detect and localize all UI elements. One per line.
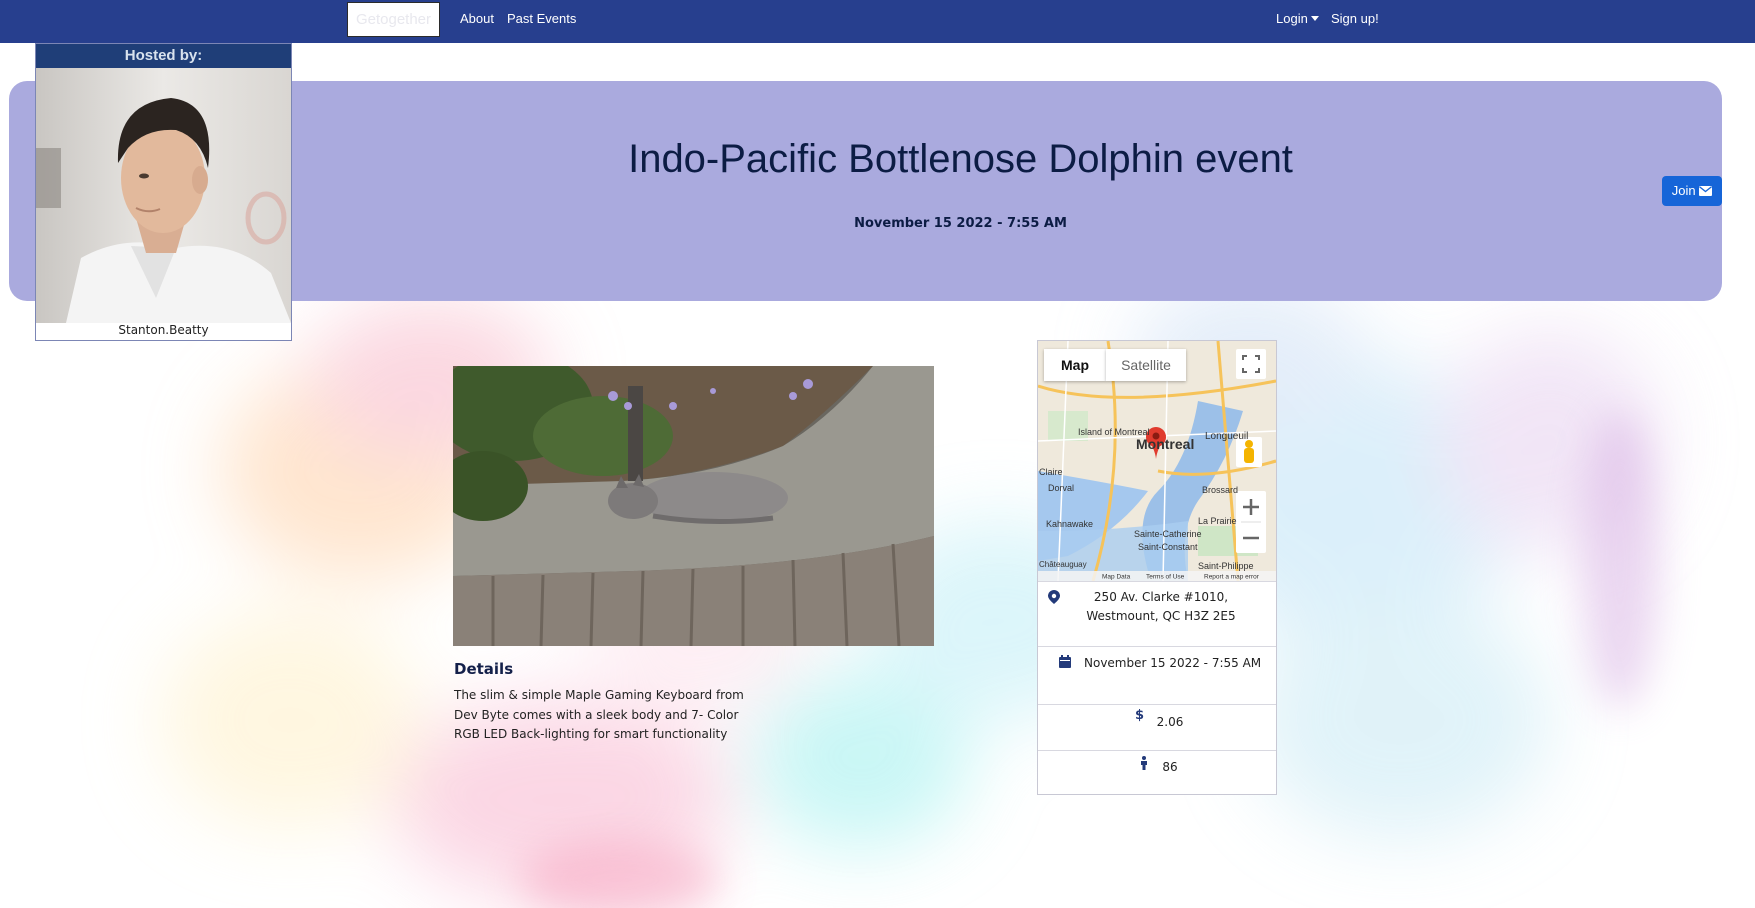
address-line1: 250 Av. Clarke #1010, [1093,590,1229,604]
calendar-icon [1059,655,1071,668]
address-line2: Westmount, QC H3Z 2E5 [1086,609,1236,623]
host-avatar [36,68,291,323]
satellite-tab[interactable]: Satellite [1106,349,1186,381]
address-row: 250 Av. Clarke #1010, Westmount, QC H3Z … [1038,581,1276,646]
map-marker-icon [1048,590,1060,604]
nav-about[interactable]: About [460,11,494,26]
details-heading: Details [454,660,514,678]
map-label-montreal: Montreal [1136,436,1194,452]
info-date: November 15 2022 - 7:55 AM [1084,656,1262,670]
caret-down-icon [1310,16,1319,21]
top-navbar: Getogether About Past Events Login Sign … [0,0,1755,43]
host-header: Hosted by: [36,44,291,68]
login-label: Login [1276,11,1308,26]
envelope-icon [1699,186,1713,196]
nav-signup[interactable]: Sign up! [1331,11,1379,26]
map-label-saint-philippe: Saint-Philippe [1198,561,1254,571]
map-label-claire: Claire [1039,467,1063,477]
info-capacity: 86 [1162,760,1178,774]
event-info-card: Montreal Island of Montreal Longueuil Br… [1037,340,1277,795]
map-report-link[interactable]: Report a map error [1204,574,1260,581]
map-label-la-prairie: La Prairie [1198,516,1237,526]
details-description: The slim & simple Maple Gaming Keyboard … [454,688,744,741]
price-row: $ 2.06 [1038,704,1276,750]
capacity-row: 86 [1038,750,1276,796]
date-row: November 15 2022 - 7:55 AM [1038,646,1276,704]
map-label-saint-constant: Saint-Constant [1138,542,1198,552]
map-label-brossard: Brossard [1202,485,1238,495]
map-tab[interactable]: Map [1044,349,1106,381]
event-image [453,366,934,646]
info-price: 2.06 [1156,715,1184,729]
dollar-icon: $ [1135,708,1145,723]
map-label-sainte-catherine: Sainte-Catherine [1134,529,1202,539]
map-data-link[interactable]: Map Data [1102,574,1131,581]
map-label-longueuil: Longueuil [1205,431,1248,442]
map-label-dorval: Dorval [1048,483,1074,493]
join-label: Join [1671,183,1696,198]
join-button[interactable]: Join [1662,176,1722,206]
host-name[interactable]: Stanton.Beatty [36,323,291,337]
nav-past-events[interactable]: Past Events [507,11,576,26]
person-icon [1141,756,1147,770]
host-card[interactable]: Hosted by: Stanton.Beatty [35,43,292,341]
map-terms-link[interactable]: Terms of Use [1146,574,1185,581]
login-dropdown[interactable]: Login [1276,11,1319,26]
brand-logo[interactable]: Getogether [347,2,440,37]
map-label-chateauguay: Châteauguay [1039,560,1087,569]
map-label-island: Island of Montreal [1078,427,1150,437]
map-label-kahnawake: Kahnawake [1046,519,1093,529]
